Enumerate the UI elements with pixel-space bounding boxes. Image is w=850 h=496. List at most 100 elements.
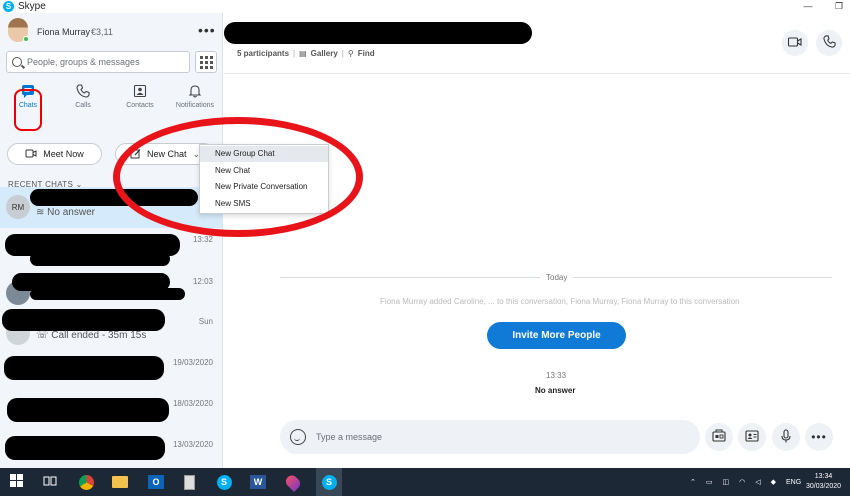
language-indicator[interactable]: ENG <box>786 479 801 486</box>
conversation-subheader: 5 participants | ▤ Gallery | ⚲ Find <box>237 49 375 58</box>
meet-now-button[interactable]: Meet Now <box>7 143 102 165</box>
start-button[interactable] <box>6 472 26 492</box>
message-input[interactable] <box>316 432 666 442</box>
call-time: 13:33 <box>546 371 567 380</box>
chat-list-item[interactable]: 18/03/2020 <box>0 395 223 436</box>
more-composer-options-button[interactable]: ••• <box>805 423 833 451</box>
nav-label: Contacts <box>126 102 154 109</box>
chat-subtitle: ≋ No answer <box>36 207 95 218</box>
chat-list-item[interactable]: 12:03 <box>0 273 223 314</box>
profile-name: Fiona Murray <box>37 27 91 37</box>
folder-icon <box>112 476 128 488</box>
emoji-icon[interactable] <box>290 429 306 445</box>
media-icon <box>712 429 726 445</box>
sidebar: Fiona Murray €3,11 ••• Chats Calls Conta… <box>0 13 223 468</box>
skype-icon: S <box>321 474 337 490</box>
task-view-icon <box>43 475 57 490</box>
taskbar-outlook[interactable]: O <box>146 472 166 492</box>
search-box[interactable] <box>6 51 190 73</box>
redacted-name <box>4 356 164 380</box>
contact-avatar: RM <box>6 195 30 219</box>
phone-icon <box>822 35 836 51</box>
annotation-ellipse <box>113 117 363 237</box>
meet-now-icon <box>25 148 37 161</box>
contact-card-button[interactable] <box>738 423 766 451</box>
skype-icon: S <box>216 474 232 490</box>
microphone-icon <box>781 428 791 446</box>
redacted-preview <box>30 252 170 266</box>
search-icon: ⚲ <box>347 49 354 58</box>
dialpad-icon <box>199 55 203 59</box>
nav-label: Calls <box>75 102 91 109</box>
dialpad-button[interactable] <box>195 51 217 73</box>
nav-contacts[interactable]: Contacts <box>119 83 161 123</box>
taskbar-file-explorer[interactable] <box>110 472 130 492</box>
network-icon[interactable]: ◫ <box>723 478 730 486</box>
taskbar-maps[interactable] <box>283 472 303 492</box>
phone-icon <box>65 83 101 99</box>
header-divider <box>224 73 850 74</box>
message-composer[interactable] <box>280 420 700 454</box>
windows-logo-icon <box>9 474 23 490</box>
bell-icon <box>172 83 218 99</box>
day-label: Today <box>540 273 574 282</box>
system-message: Fiona Murray added Caroline, ... to this… <box>380 297 740 306</box>
chevron-up-icon[interactable]: ⌃ <box>690 478 696 486</box>
contacts-icon <box>119 83 161 99</box>
nav-label: Notifications <box>175 102 215 109</box>
map-pin-icon <box>283 472 303 492</box>
windows-taskbar: O S W S ⌃ ▭ ◫ ◠ ◁ ◆ ENG 13:34 30/03/2020 <box>0 468 850 496</box>
more-options-button[interactable]: ••• <box>198 22 216 38</box>
taskbar-chrome[interactable] <box>76 472 96 492</box>
restore-button[interactable]: ❐ <box>832 0 846 12</box>
task-view-button[interactable] <box>40 472 60 492</box>
chat-list-item[interactable]: 13:32 <box>0 232 223 273</box>
laptop-icon[interactable]: ▭ <box>706 478 713 486</box>
taskbar-word[interactable]: W <box>248 472 268 492</box>
chat-list-item[interactable]: 19/03/2020 <box>0 354 223 395</box>
invite-more-people-button[interactable]: Invite More People <box>487 322 626 349</box>
find-link[interactable]: Find <box>358 49 375 58</box>
chat-time: 13:32 <box>192 235 213 244</box>
nav-calls[interactable]: Calls <box>65 83 101 123</box>
voice-message-button[interactable] <box>772 423 800 451</box>
profile-credit: €3,11 <box>91 27 113 37</box>
audio-call-button[interactable] <box>816 30 842 56</box>
clock-time: 13:34 <box>814 473 833 480</box>
meet-now-label: Meet Now <box>43 149 84 159</box>
search-input[interactable] <box>27 57 177 67</box>
volume-icon[interactable]: ◁ <box>755 478 760 486</box>
search-icon <box>12 57 22 67</box>
redacted-name <box>7 398 169 422</box>
participants-link[interactable]: 5 participants <box>237 49 289 58</box>
redacted-preview <box>30 288 185 300</box>
annotation-circle-chats <box>14 89 42 131</box>
wifi-icon[interactable]: ◠ <box>739 478 745 486</box>
minimize-button[interactable]: — <box>801 0 815 12</box>
taskbar-skype-business[interactable]: S <box>214 472 234 492</box>
clock[interactable]: 13:34 30/03/2020 <box>806 468 841 496</box>
taskbar-skype-active[interactable]: S <box>316 468 342 496</box>
profile-bar[interactable]: Fiona Murray €3,11 ••• <box>0 13 223 49</box>
dropbox-icon[interactable]: ◆ <box>771 478 776 486</box>
more-icon: ••• <box>811 430 827 444</box>
video-call-button[interactable] <box>782 30 808 56</box>
conversation-pane: 5 participants | ▤ Gallery | ⚲ Find Toda… <box>224 13 850 468</box>
taskbar-app[interactable] <box>179 472 199 492</box>
outlook-icon: O <box>148 475 164 489</box>
online-status-icon <box>23 36 29 42</box>
avatar[interactable] <box>8 18 29 42</box>
chat-list-item[interactable]: ☏ Call ended - 35m 15s Sun <box>0 309 223 354</box>
nav-notifications[interactable]: Notifications <box>172 83 218 123</box>
media-gallery-button[interactable] <box>705 423 733 451</box>
word-icon: W <box>250 475 266 489</box>
chat-subtitle: ☏ Call ended - 35m 15s <box>36 330 147 341</box>
title-bar: S Skype — ❐ <box>0 0 850 13</box>
skype-logo-icon: S <box>3 1 14 12</box>
gallery-link[interactable]: Gallery <box>311 49 338 58</box>
redacted-name <box>5 436 165 460</box>
window-title: Skype <box>18 1 46 12</box>
system-tray: ⌃ ▭ ◫ ◠ ◁ ◆ ENG <box>690 468 801 496</box>
call-ended-icon: ☏ <box>36 330 49 341</box>
call-status: No answer <box>535 386 576 395</box>
